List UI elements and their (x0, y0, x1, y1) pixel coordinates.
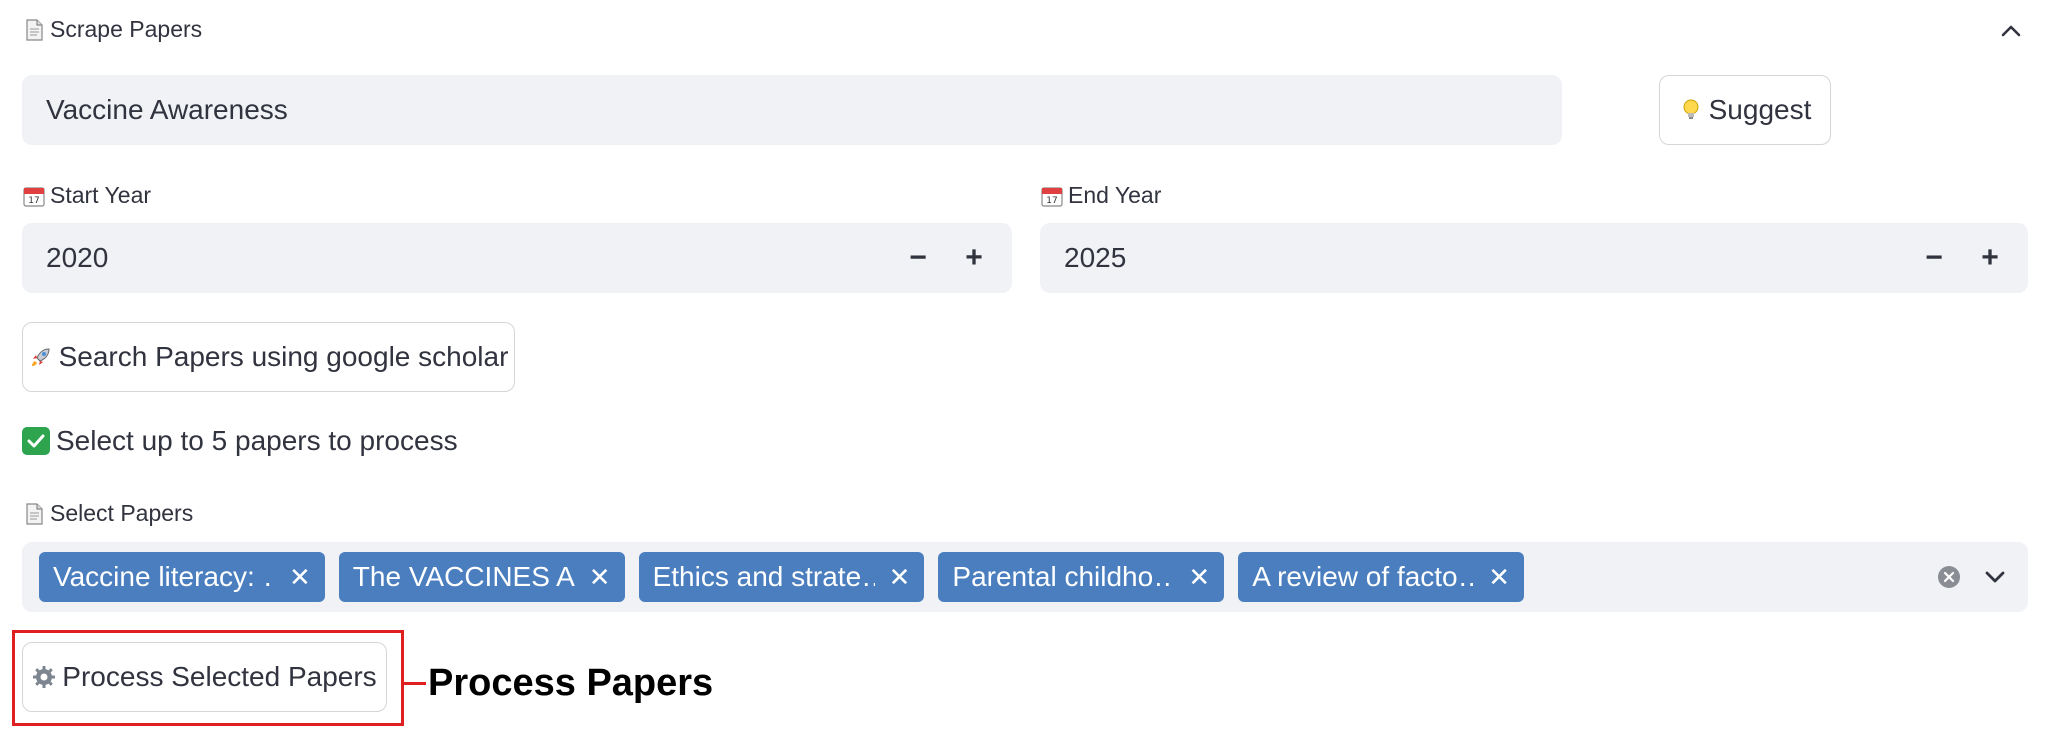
paper-chip[interactable]: Parental childho… ✕ (938, 552, 1225, 602)
paper-chip[interactable]: Ethics and strate… ✕ (638, 552, 925, 602)
calendar-icon: 17 (23, 186, 45, 207)
check-mark-icon (22, 427, 50, 455)
remove-chip-icon[interactable]: ✕ (1188, 562, 1210, 593)
svg-text:17: 17 (1046, 196, 1057, 206)
start-year-increment-button[interactable]: + (946, 223, 1002, 293)
paper-chip[interactable]: The VACCINES A… ✕ (338, 552, 625, 602)
start-year-stepper: − + (890, 223, 1002, 293)
clear-circle-icon[interactable] (1937, 565, 1961, 589)
search-papers-button[interactable]: Search Papers using google scholar (22, 322, 515, 392)
chevron-up-icon[interactable] (1996, 16, 2026, 46)
start-year-input[interactable]: 2020 − + (22, 223, 1012, 293)
section-title: Scrape Papers (50, 16, 203, 42)
remove-chip-icon[interactable]: ✕ (589, 562, 611, 593)
calendar-icon: 17 (1041, 186, 1063, 207)
paper-chip[interactable]: A review of facto… ✕ (1238, 552, 1524, 602)
suggest-button[interactable]: Suggest (1659, 75, 1831, 145)
end-year-stepper: − + (1906, 223, 2018, 293)
annotation-connector (404, 682, 426, 685)
end-year-input[interactable]: 2025 − + (1040, 223, 2028, 293)
select-papers-multiselect[interactable]: Vaccine literacy: … ✕ The VACCINES A… ✕ … (22, 542, 2028, 612)
start-year-decrement-button[interactable]: − (890, 223, 946, 293)
remove-chip-icon[interactable]: ✕ (889, 562, 911, 593)
select-papers-label: Select Papers (22, 500, 193, 527)
start-year-value: 2020 (46, 242, 109, 273)
topic-input-value: Vaccine Awareness (46, 94, 288, 125)
rocket-icon (31, 348, 50, 366)
page-facing-up-icon (26, 502, 43, 525)
topic-input[interactable]: Vaccine Awareness (22, 75, 1562, 145)
section-header[interactable]: Scrape Papers (22, 16, 202, 43)
remove-chip-icon[interactable]: ✕ (1488, 562, 1510, 593)
remove-chip-icon[interactable]: ✕ (289, 562, 311, 593)
suggest-button-label: Suggest (1708, 94, 1812, 125)
light-bulb-icon (1683, 99, 1699, 119)
start-year-label: 17 Start Year (22, 182, 151, 209)
page-facing-up-icon (26, 18, 43, 41)
highlight-box (12, 630, 404, 726)
select-info: Select up to 5 papers to process (22, 425, 458, 457)
end-year-label: 17 End Year (1040, 182, 1161, 209)
paper-chip[interactable]: Vaccine literacy: … ✕ (39, 552, 325, 602)
search-papers-button-label: Search Papers using google scholar (58, 341, 509, 372)
chevron-down-icon[interactable] (1981, 563, 2009, 591)
end-year-value: 2025 (1064, 242, 1127, 273)
annotation-label: Process Papers (428, 662, 714, 704)
end-year-decrement-button[interactable]: − (1906, 223, 1962, 293)
svg-text:17: 17 (28, 196, 39, 206)
end-year-increment-button[interactable]: + (1962, 223, 2018, 293)
select-info-text: Select up to 5 papers to process (56, 425, 458, 456)
